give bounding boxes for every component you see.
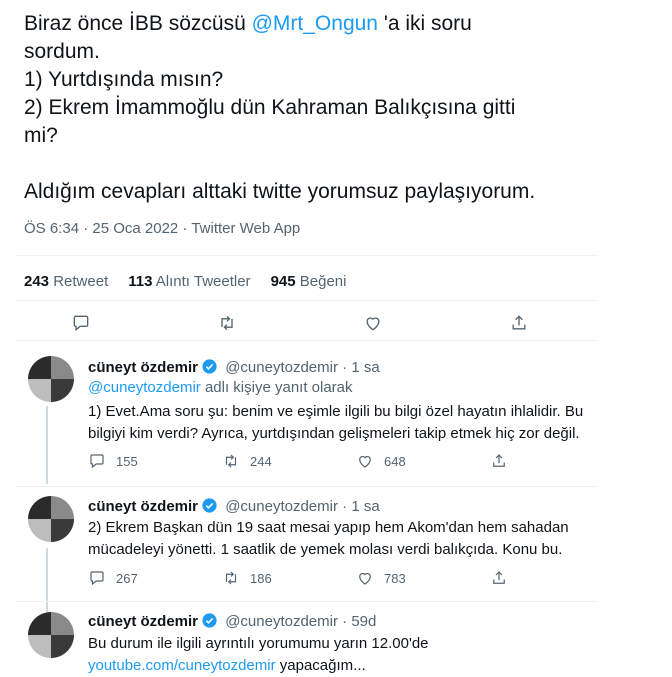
avatar[interactable] xyxy=(28,612,74,658)
retweet-action[interactable]: 186 xyxy=(222,569,356,587)
tweet-text-line: 1) Yurtdışında mısın? xyxy=(24,68,224,91)
reply-action[interactable]: 155 xyxy=(88,452,222,470)
reply-header: cüneyt özdemir @cuneytozdemir · 1 sa xyxy=(88,358,380,379)
tweet-text-line: Aldığım cevapları alttaki twitte yorumsu… xyxy=(24,180,536,203)
author-name[interactable]: cüneyt özdemir xyxy=(88,613,198,630)
like-action[interactable]: 783 xyxy=(356,569,490,587)
retweet-count: 244 xyxy=(250,453,272,469)
retweet-icon[interactable] xyxy=(216,312,238,334)
like-count: 783 xyxy=(384,570,406,586)
verified-badge-icon xyxy=(201,358,218,379)
tweet-text-line: 2) Ekrem İmammoğlu dün Kahraman Balıkçıs… xyxy=(24,96,516,119)
reply-text-line: Bu durum ile ilgili ayrıntılı yorumumu y… xyxy=(88,635,429,652)
like-action[interactable]: 648 xyxy=(356,452,490,470)
tweet-text-line: mi? xyxy=(24,124,58,147)
author-name[interactable]: cüneyt özdemir xyxy=(88,359,198,376)
share-icon xyxy=(493,571,505,584)
divider xyxy=(16,255,598,256)
mention-link[interactable]: @Mrt_Ongun xyxy=(252,12,378,35)
like-count: 945 xyxy=(270,273,296,290)
reply-action[interactable]: 267 xyxy=(88,569,222,587)
retweet-count: 243 xyxy=(24,273,50,290)
reply-time[interactable]: · 1 sa xyxy=(342,359,380,376)
reply-text: 2) Ekrem Başkan dün 19 saat mesai yapıp … xyxy=(88,519,569,558)
verified-badge-icon xyxy=(201,497,218,518)
reply-icon xyxy=(90,454,104,469)
tweet-text: Biraz önce İBB sözcüsü @Mrt_Ongun 'a iki… xyxy=(24,10,644,206)
tweet-text-part: Biraz önce İBB sözcüsü xyxy=(24,12,252,35)
reply-text: Bu durum ile ilgili ayrıntılı yorumumu y… xyxy=(88,633,588,677)
tweet-timestamp[interactable]: ÖS 6:34 · 25 Oca 2022 · Twitter Web App xyxy=(24,220,300,237)
retweet-label: Retweet xyxy=(53,273,109,290)
share-action[interactable] xyxy=(490,452,624,470)
retweet-icon xyxy=(225,571,237,585)
tweet-text-part: 'a iki soru xyxy=(377,12,472,35)
retweet-count: 186 xyxy=(250,570,272,586)
reply-header: cüneyt özdemir @cuneytozdemir · 1 sa xyxy=(88,497,380,518)
divider xyxy=(16,300,598,301)
like-count: 648 xyxy=(384,453,406,469)
divider xyxy=(16,340,598,341)
reply-count: 155 xyxy=(116,453,138,469)
avatar[interactable] xyxy=(28,356,74,402)
reply-actions: 267 186 783 xyxy=(88,569,624,587)
reply-to-context: @cuneytozdemir adlı kişiye yanıt olarak xyxy=(88,379,353,396)
avatar[interactable] xyxy=(28,496,74,542)
reply-header: cüneyt özdemir @cuneytozdemir · 59d xyxy=(88,612,376,633)
divider xyxy=(16,601,598,602)
retweet-icon xyxy=(225,454,237,468)
reply-time[interactable]: · 59d xyxy=(342,613,376,630)
reply-icon[interactable] xyxy=(70,312,92,334)
share-icon[interactable] xyxy=(508,312,530,334)
reply-to-handle[interactable]: @cuneytozdemir xyxy=(88,379,201,396)
author-name[interactable]: cüneyt özdemir xyxy=(88,498,198,515)
reply-text-tail: yapacağım... xyxy=(275,657,366,674)
author-handle[interactable]: @cuneytozdemir xyxy=(225,498,338,515)
reply-actions: 155 244 648 xyxy=(88,452,624,470)
author-handle[interactable]: @cuneytozdemir xyxy=(225,359,338,376)
like-icon xyxy=(359,572,371,585)
retweet-action[interactable]: 244 xyxy=(222,452,356,470)
thread-line xyxy=(46,406,48,484)
share-icon xyxy=(493,454,505,467)
reply-to-text: adlı kişiye yanıt olarak xyxy=(200,379,353,396)
retweet-stat[interactable]: 243 Retweet xyxy=(24,273,108,290)
like-label: Beğeni xyxy=(299,273,347,290)
tweet-stats: 243 Retweet 113 Alıntı Tweetler 945 Beğe… xyxy=(24,273,346,290)
like-icon xyxy=(359,455,371,468)
reply-time[interactable]: · 1 sa xyxy=(342,498,380,515)
tweet-text-line: sordum. xyxy=(24,40,100,63)
quote-stat[interactable]: 113 Alıntı Tweetler xyxy=(128,273,250,290)
reply-text: 1) Evet.Ama soru şu: benim ve eşimle ilg… xyxy=(88,403,584,442)
like-icon[interactable] xyxy=(362,312,384,334)
reply-icon xyxy=(90,571,104,586)
quote-label: Alıntı Tweetler xyxy=(155,273,251,290)
verified-badge-icon xyxy=(201,612,218,633)
thread-line xyxy=(46,548,48,612)
divider xyxy=(16,486,598,487)
quote-count: 113 xyxy=(128,273,153,290)
like-stat[interactable]: 945 Beğeni xyxy=(271,273,347,290)
reply-count: 267 xyxy=(116,570,138,586)
share-action[interactable] xyxy=(490,569,624,587)
tweet-actions xyxy=(70,312,530,334)
youtube-link[interactable]: youtube.com/cuneytozdemir xyxy=(88,657,276,674)
author-handle[interactable]: @cuneytozdemir xyxy=(225,613,338,630)
